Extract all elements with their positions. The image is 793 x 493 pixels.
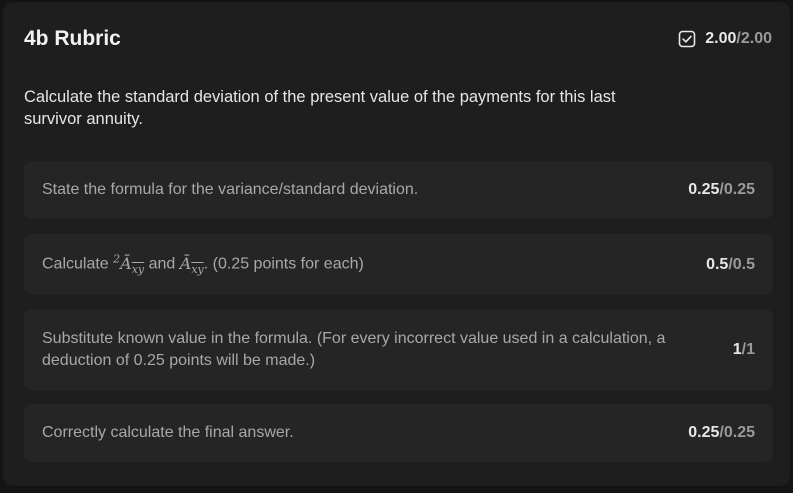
criterion-text: Calculate 2Āxy and Āxy. (0.25 points for… xyxy=(42,248,364,281)
criterion-earned: 0.25 xyxy=(688,181,720,198)
criterion-score: 1/1 xyxy=(733,341,755,359)
math-base: Ā xyxy=(120,253,132,273)
math-first-moment: Āxy xyxy=(179,253,204,276)
rubric-panel: 4b Rubric 2.00/2.00 Calculate the standa… xyxy=(3,2,790,486)
criterion-possible: /0.25 xyxy=(719,181,755,198)
criterion-item: Substitute known value in the formula. (… xyxy=(24,309,773,391)
criterion-score: 0.25/0.25 xyxy=(688,424,755,442)
total-earned: 2.00 xyxy=(705,30,737,47)
criterion-possible: /0.25 xyxy=(719,424,755,441)
criterion-score: 0.5/0.5 xyxy=(706,256,755,274)
criterion-score: 0.25/0.25 xyxy=(688,181,755,199)
criterion-item: Correctly calculate the final answer. 0.… xyxy=(24,404,773,462)
rubric-title: 4b Rubric xyxy=(24,27,121,50)
criterion-text: State the formula for the variance/stand… xyxy=(42,181,419,198)
rubric-header: 4b Rubric 2.00/2.00 xyxy=(24,26,772,52)
criterion-item: State the formula for the variance/stand… xyxy=(24,161,773,219)
criterion-possible: /1 xyxy=(741,341,755,358)
math-second-moment: 2Āxy xyxy=(113,252,145,276)
criterion-text: Substitute known value in the formula. (… xyxy=(42,330,666,369)
criterion-text: Correctly calculate the final answer. xyxy=(42,424,294,441)
criterion-earned: 0.5 xyxy=(706,255,729,273)
criterion-text-after: . (0.25 points for each) xyxy=(203,255,364,273)
math-base: Ā xyxy=(179,253,192,273)
total-score: 2.00/2.00 xyxy=(678,30,772,48)
criterion-earned: 0.25 xyxy=(688,424,720,441)
criterion-item: Calculate 2Āxy and Āxy. (0.25 points for… xyxy=(24,234,773,295)
rubric-description: Calculate the standard deviation of the … xyxy=(24,88,616,128)
checked-box-icon xyxy=(678,30,696,48)
criterion-text-middle: and xyxy=(148,255,176,273)
criterion-text-before: Calculate xyxy=(42,255,109,273)
math-subscript: xy xyxy=(191,262,204,276)
total-possible: /2.00 xyxy=(736,30,772,47)
math-subscript: xy xyxy=(131,262,145,276)
criterion-possible: /0.5 xyxy=(728,255,755,273)
criterion-earned: 1 xyxy=(732,341,742,358)
